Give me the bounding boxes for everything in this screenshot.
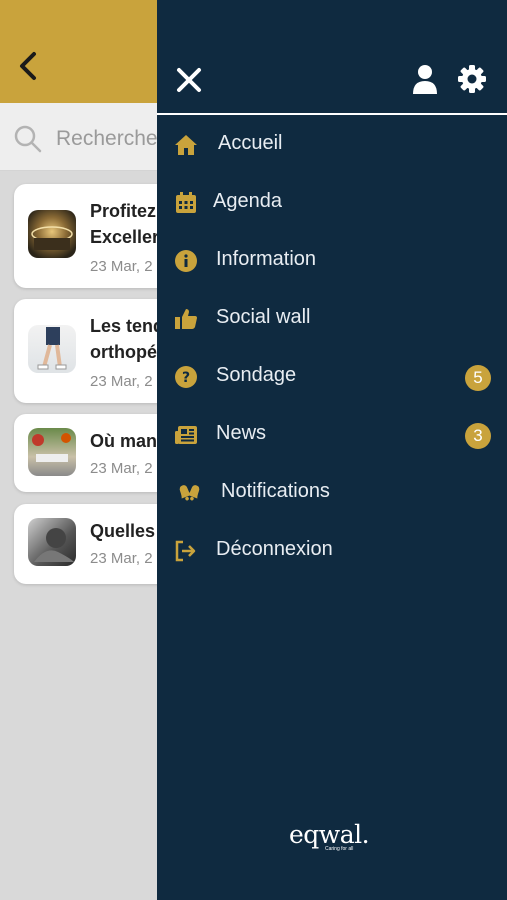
news-count-badge: 3 (465, 423, 491, 449)
drawer-divider (157, 113, 507, 115)
article-title: Quelles (90, 521, 156, 541)
svg-text:?: ? (182, 370, 190, 386)
info-icon (175, 250, 197, 272)
menu-item-notifications[interactable]: Notifications (157, 468, 507, 518)
article-date: 23 Mar, 2 (90, 258, 153, 275)
eqwal-logo: eqwal. (289, 820, 370, 849)
menu-label: Notifications (221, 480, 330, 502)
article-thumbnail (28, 428, 76, 476)
menu-label: Sondage (216, 364, 297, 386)
user-profile-icon[interactable] (411, 64, 439, 94)
calendar-icon (176, 192, 196, 213)
menu-label: Information (216, 248, 317, 270)
menu-item-sondage[interactable]: ? Sondage 5 (157, 352, 507, 402)
logout-icon (175, 540, 196, 562)
search-icon (14, 125, 42, 153)
menu-item-deconnexion[interactable]: Déconnexion (157, 526, 507, 576)
menu-label: Accueil (218, 132, 283, 154)
navigation-drawer: Accueil Agenda Information Social wall ?… (157, 0, 507, 900)
menu-label: Social wall (216, 306, 311, 328)
question-icon: ? (175, 366, 197, 388)
gear-icon[interactable] (457, 64, 487, 94)
menu-item-information[interactable]: Information (157, 236, 507, 286)
bell-icon (179, 485, 200, 501)
eqwal-tagline: Caring for all (325, 846, 354, 852)
menu-item-news[interactable]: News 3 (157, 410, 507, 460)
article-title: Les tend orthopé (90, 316, 165, 362)
thumbs-up-icon (175, 309, 197, 329)
close-icon[interactable] (175, 66, 203, 94)
article-date: 23 Mar, 2 (90, 460, 153, 477)
menu-item-social-wall[interactable]: Social wall (157, 294, 507, 344)
back-arrow-icon[interactable] (14, 50, 42, 82)
article-title: Où man (90, 431, 158, 451)
menu-item-agenda[interactable]: Agenda (157, 178, 507, 228)
article-thumbnail (28, 325, 76, 373)
article-date: 23 Mar, 2 (90, 550, 153, 567)
menu-label: Déconnexion (216, 538, 333, 560)
menu-label: News (216, 422, 267, 444)
article-thumbnail (28, 210, 76, 258)
article-date: 23 Mar, 2 (90, 373, 153, 390)
home-icon (175, 135, 197, 155)
article-thumbnail (28, 518, 76, 566)
newspaper-icon (175, 426, 197, 444)
menu-item-accueil[interactable]: Accueil (157, 120, 507, 170)
article-title: Profitez Exceller (90, 201, 160, 247)
sondage-count-badge: 5 (465, 365, 491, 391)
menu-label: Agenda (213, 190, 282, 212)
